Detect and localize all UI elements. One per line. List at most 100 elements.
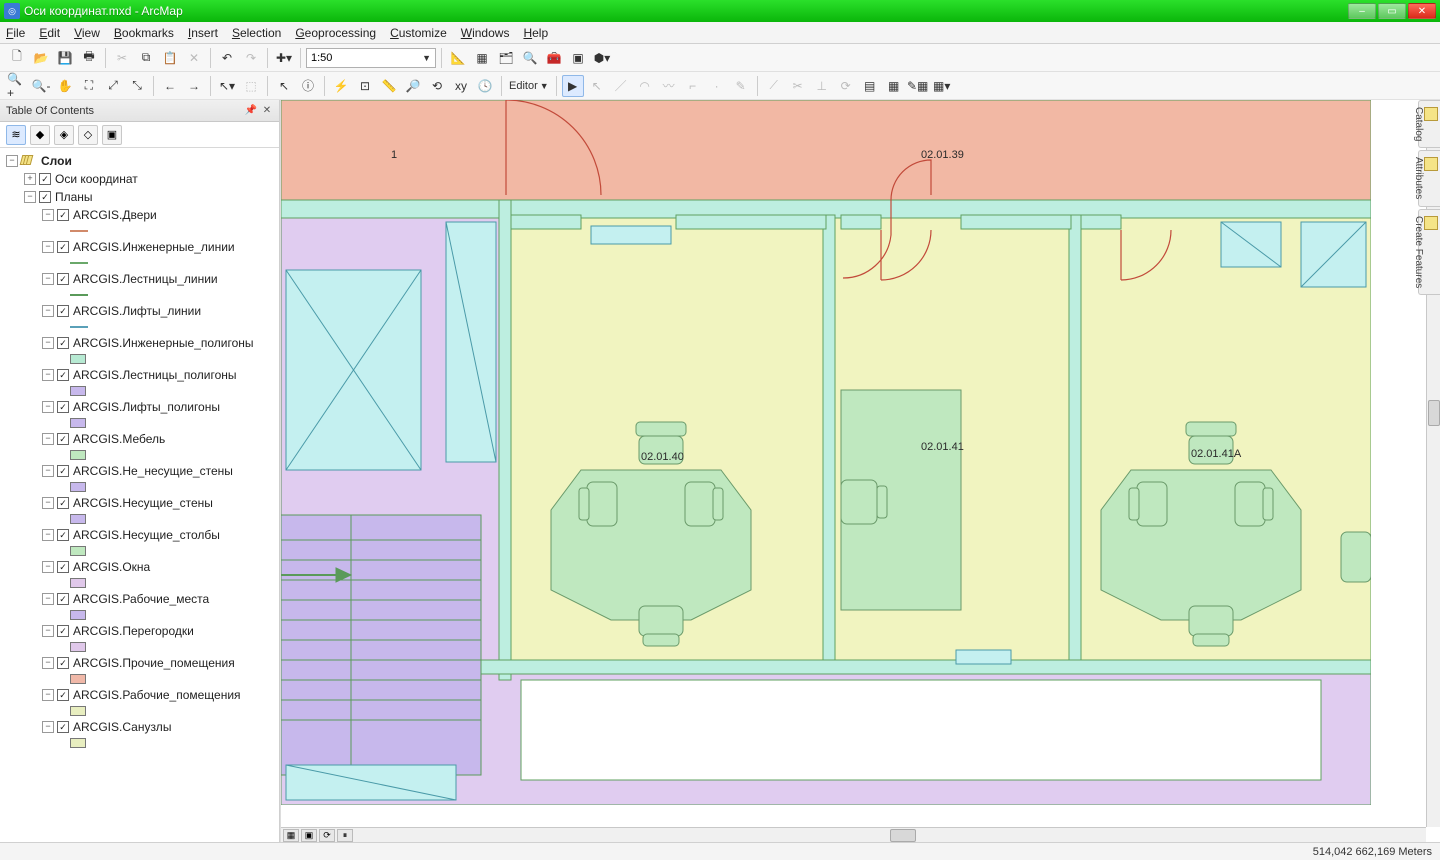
pan-button[interactable]: ✋ bbox=[54, 75, 76, 97]
layer-name[interactable]: ARCGIS.Не_несущие_стены bbox=[73, 464, 233, 478]
toc-tab-drawing-order[interactable]: ≋ bbox=[6, 125, 26, 145]
measure-button[interactable]: 📏 bbox=[378, 75, 400, 97]
undo-button[interactable]: ↶ bbox=[216, 47, 238, 69]
side-tab-attributes[interactable]: Attributes bbox=[1418, 150, 1440, 206]
open-button[interactable]: 📂 bbox=[30, 47, 52, 69]
pin-button[interactable]: 📌 bbox=[245, 105, 257, 117]
table-button[interactable]: ▦ bbox=[471, 47, 493, 69]
trace-button[interactable]: 〰 bbox=[658, 75, 680, 97]
expander[interactable]: − bbox=[42, 561, 54, 573]
layer-row[interactable]: −✓ARCGIS.Санузлы bbox=[2, 718, 277, 736]
redo-button[interactable]: ↷ bbox=[240, 47, 262, 69]
editor-toolbar-button[interactable]: 📐 bbox=[447, 47, 469, 69]
menu-insert[interactable]: Insert bbox=[188, 26, 218, 40]
layer-row[interactable]: −✓ARCGIS.Лифты_линии bbox=[2, 302, 277, 320]
expander[interactable]: − bbox=[42, 529, 54, 541]
close-button[interactable]: ✕ bbox=[1408, 3, 1436, 19]
side-tab-create-features[interactable]: Create Features bbox=[1418, 209, 1440, 295]
edit-tool-button[interactable]: ▶ bbox=[562, 75, 584, 97]
checkbox[interactable]: ✓ bbox=[57, 241, 69, 253]
layer-row[interactable]: −✓ARCGIS.Несущие_столбы bbox=[2, 526, 277, 544]
layer-name[interactable]: ARCGIS.Прочие_помещения bbox=[73, 656, 235, 670]
layer-name[interactable]: ARCGIS.Рабочие_места bbox=[73, 592, 209, 606]
attributes-button[interactable]: ▤ bbox=[859, 75, 881, 97]
menu-bookmarks[interactable]: Bookmarks bbox=[114, 26, 174, 40]
expander[interactable]: − bbox=[42, 625, 54, 637]
back-button[interactable]: ← bbox=[159, 75, 181, 97]
pause-button[interactable]: ⏸ bbox=[337, 829, 353, 842]
layer-name[interactable]: ARCGIS.Несущие_стены bbox=[73, 496, 213, 510]
checkbox[interactable]: ✓ bbox=[57, 625, 69, 637]
identify-button[interactable]: ⓘ bbox=[297, 75, 319, 97]
split-button[interactable]: ⊥ bbox=[811, 75, 833, 97]
checkbox[interactable]: ✓ bbox=[57, 657, 69, 669]
layout-view-button[interactable]: ▣ bbox=[301, 829, 317, 842]
rotate-button[interactable]: ⟳ bbox=[835, 75, 857, 97]
checkbox[interactable]: ✓ bbox=[39, 173, 51, 185]
expander[interactable]: − bbox=[6, 155, 18, 167]
checkbox[interactable]: ✓ bbox=[57, 273, 69, 285]
copy-button[interactable]: ⧉ bbox=[135, 47, 157, 69]
find-route-button[interactable]: ⟲ bbox=[426, 75, 448, 97]
panel-close-button[interactable]: ✕ bbox=[261, 105, 273, 117]
checkbox[interactable]: ✓ bbox=[57, 369, 69, 381]
straight-segment-button[interactable]: ／ bbox=[610, 75, 632, 97]
add-data-button[interactable]: ✚▾ bbox=[273, 47, 295, 69]
toc-tab-source[interactable]: ◆ bbox=[30, 125, 50, 145]
delete-button[interactable]: ✕ bbox=[183, 47, 205, 69]
expander[interactable]: − bbox=[42, 689, 54, 701]
paste-button[interactable]: 📋 bbox=[159, 47, 181, 69]
menu-geoprocessing[interactable]: Geoprocessing bbox=[295, 26, 376, 40]
editor-menu[interactable]: Editor▼ bbox=[507, 80, 551, 92]
menu-selection[interactable]: Selection bbox=[232, 26, 281, 40]
expander[interactable]: − bbox=[42, 433, 54, 445]
model-builder-button[interactable]: ⬢▾ bbox=[591, 47, 613, 69]
save-button[interactable]: 💾 bbox=[54, 47, 76, 69]
checkbox[interactable]: ✓ bbox=[57, 337, 69, 349]
layer-name[interactable]: ARCGIS.Лифты_линии bbox=[73, 304, 201, 318]
checkbox[interactable]: ✓ bbox=[39, 191, 51, 203]
checkbox[interactable]: ✓ bbox=[57, 529, 69, 541]
checkbox[interactable]: ✓ bbox=[57, 561, 69, 573]
reshape-button[interactable]: ⟋ bbox=[763, 75, 785, 97]
layer-row[interactable]: −✓ARCGIS.Рабочие_помещения bbox=[2, 686, 277, 704]
layer-name[interactable]: ARCGIS.Инженерные_полигоны bbox=[73, 336, 254, 350]
toc-tab-options[interactable]: ▣ bbox=[102, 125, 122, 145]
layer-row[interactable]: −✓ARCGIS.Лифты_полигоны bbox=[2, 398, 277, 416]
zoom-in-button[interactable]: 🔍+ bbox=[6, 75, 28, 97]
expander[interactable]: − bbox=[42, 497, 54, 509]
layer-name[interactable]: ARCGIS.Рабочие_помещения bbox=[73, 688, 241, 702]
fixed-zoom-out-button[interactable]: ⤡ bbox=[126, 75, 148, 97]
menu-help[interactable]: Help bbox=[523, 26, 548, 40]
python-button[interactable]: ▣ bbox=[567, 47, 589, 69]
layer-row[interactable]: −✓ARCGIS.Несущие_стены bbox=[2, 494, 277, 512]
expander[interactable]: − bbox=[42, 465, 54, 477]
more-tools-button[interactable]: ▦▾ bbox=[931, 75, 953, 97]
layer-row[interactable]: −✓ARCGIS.Лестницы_линии bbox=[2, 270, 277, 288]
fixed-zoom-in-button[interactable]: ⤢ bbox=[102, 75, 124, 97]
create-features-button[interactable]: ✎▦ bbox=[907, 75, 929, 97]
root-name[interactable]: Слои bbox=[41, 154, 72, 168]
expander[interactable]: − bbox=[42, 305, 54, 317]
layer-row[interactable]: −✓ARCGIS.Окна bbox=[2, 558, 277, 576]
layer-name[interactable]: ARCGIS.Санузлы bbox=[73, 720, 171, 734]
maximize-button[interactable]: ▭ bbox=[1378, 3, 1406, 19]
layer-name[interactable]: ARCGIS.Мебель bbox=[73, 432, 165, 446]
full-extent-button[interactable]: ⛶ bbox=[78, 75, 100, 97]
checkbox[interactable]: ✓ bbox=[57, 209, 69, 221]
sketch-properties-button[interactable]: ▦ bbox=[883, 75, 905, 97]
layer-group[interactable]: Планы bbox=[55, 190, 93, 204]
html-popup-button[interactable]: ⊡ bbox=[354, 75, 376, 97]
layer-group[interactable]: Оси координат bbox=[55, 172, 138, 186]
search-button[interactable]: 🔍 bbox=[519, 47, 541, 69]
layer-row[interactable]: −✓ARCGIS.Не_несущие_стены bbox=[2, 462, 277, 480]
layer-row[interactable]: −✓ARCGIS.Перегородки bbox=[2, 622, 277, 640]
layer-row[interactable]: −✓ARCGIS.Двери bbox=[2, 206, 277, 224]
checkbox[interactable]: ✓ bbox=[57, 401, 69, 413]
layer-name[interactable]: ARCGIS.Двери bbox=[73, 208, 157, 222]
layer-row[interactable]: −✓ARCGIS.Рабочие_места bbox=[2, 590, 277, 608]
toc-tab-visibility[interactable]: ◈ bbox=[54, 125, 74, 145]
minimize-button[interactable]: – bbox=[1348, 3, 1376, 19]
point-button[interactable]: · bbox=[706, 75, 728, 97]
layer-name[interactable]: ARCGIS.Лифты_полигоны bbox=[73, 400, 220, 414]
